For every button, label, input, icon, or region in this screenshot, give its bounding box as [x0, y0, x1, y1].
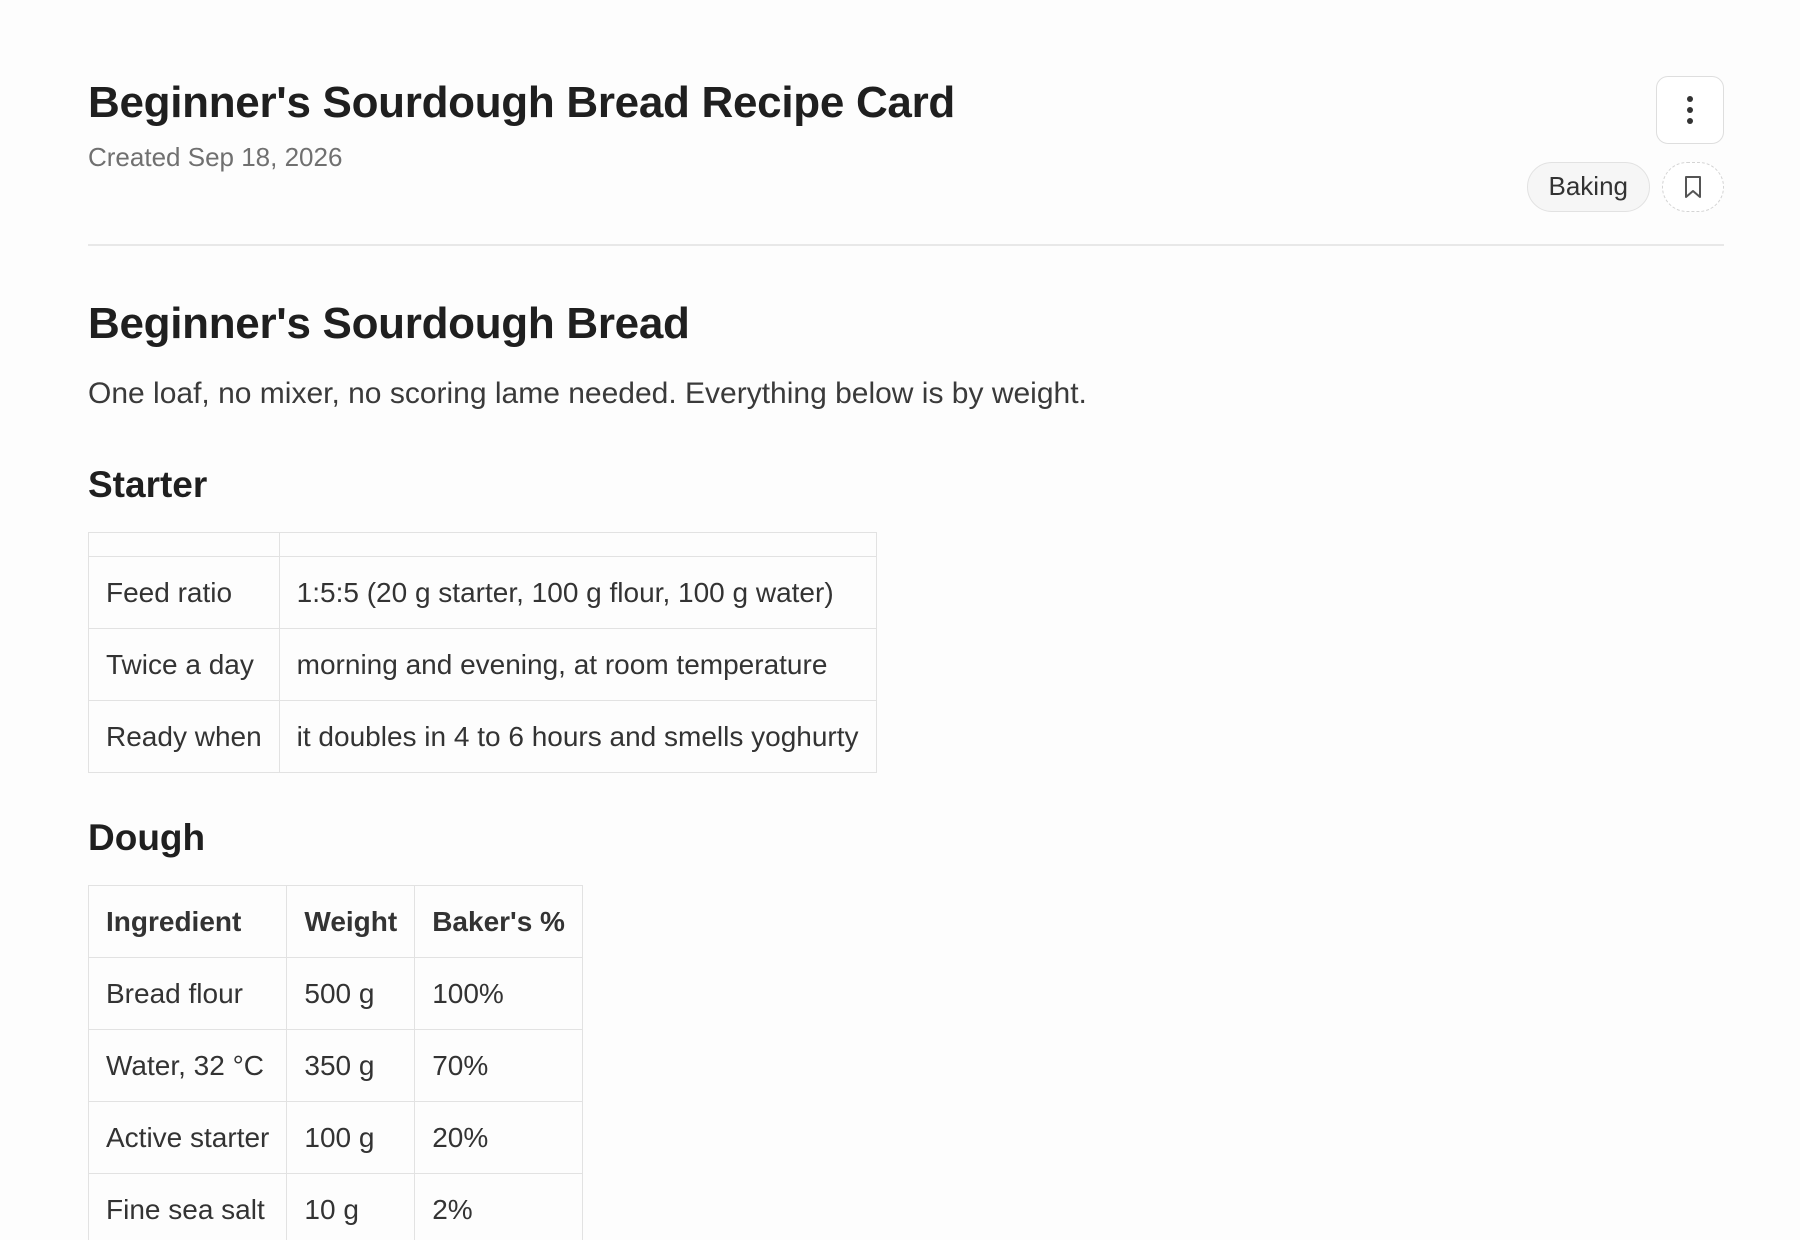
percent-cell: 20% — [414, 1101, 583, 1174]
weight-cell: 500 g — [286, 957, 416, 1030]
table-row: Ready when it doubles in 4 to 6 hours an… — [88, 700, 877, 773]
recipe-intro: One loaf, no mixer, no scoring lame need… — [88, 377, 1087, 410]
table-row: Water, 32 °C 350 g 70% — [87, 1029, 583, 1102]
starter-label: Feed ratio — [88, 556, 280, 629]
table-row: Bread flour 500 g 100% — [87, 957, 583, 1030]
starter-value: it doubles in 4 to 6 hours and smells yo… — [278, 700, 877, 773]
created-date: Created Sep 18, 2026 — [88, 142, 343, 172]
starter-table: Feed ratio 1:5:5 (20 g starter, 100 g fl… — [88, 532, 877, 773]
recipe-content: Beginner's Sourdough Bread One loaf, no … — [87, 296, 1708, 1240]
weight-cell: 100 g — [286, 1101, 416, 1174]
table-row: Fine sea salt 10 g 2% — [87, 1173, 583, 1240]
ingredient-cell: Fine sea salt — [87, 1173, 288, 1240]
weight-cell: 10 g — [286, 1173, 416, 1240]
table-row: Twice a day morning and evening, at room… — [88, 628, 877, 701]
header-divider — [88, 244, 1724, 246]
starter-value: 1:5:5 (20 g starter, 100 g flour, 100 g … — [278, 556, 877, 629]
starter-value: morning and evening, at room temperature — [278, 628, 877, 701]
table-row: Active starter 100 g 20% — [87, 1101, 583, 1174]
table-header-cell — [278, 532, 877, 557]
recipe-title: Beginner's Sourdough Bread — [88, 299, 690, 348]
column-header-bakers-percent: Baker's % — [414, 885, 583, 958]
starter-label: Ready when — [88, 700, 280, 773]
ingredient-cell: Water, 32 °C — [87, 1029, 288, 1102]
dough-heading: Dough — [88, 817, 206, 858]
percent-cell: 100% — [414, 957, 583, 1030]
recipe-card-page: Beginner's Sourdough Bread Recipe Card C… — [0, 0, 1800, 1240]
percent-cell: 70% — [414, 1029, 583, 1102]
starter-label: Twice a day — [88, 628, 280, 701]
more-options-button[interactable] — [1656, 76, 1724, 144]
dough-table: Ingredient Weight Baker's % Bread flour … — [87, 885, 583, 1240]
table-header-row: Ingredient Weight Baker's % — [87, 885, 583, 958]
starter-heading: Starter — [88, 464, 208, 505]
column-header-weight: Weight — [286, 885, 416, 958]
ingredient-cell: Active starter — [87, 1101, 288, 1174]
bookmark-icon — [1685, 176, 1701, 198]
percent-cell: 2% — [414, 1173, 583, 1240]
column-header-ingredient: Ingredient — [87, 885, 288, 958]
table-header-row — [88, 532, 877, 557]
tag-chip-baking[interactable]: Baking — [1526, 162, 1650, 212]
weight-cell: 350 g — [286, 1029, 416, 1102]
table-header-cell — [88, 532, 280, 557]
more-vertical-icon — [1687, 96, 1693, 124]
table-row: Feed ratio 1:5:5 (20 g starter, 100 g fl… — [88, 556, 877, 629]
page-title: Beginner's Sourdough Bread Recipe Card — [88, 78, 955, 127]
bookmark-button[interactable] — [1662, 162, 1724, 212]
card-header: Beginner's Sourdough Bread Recipe Card C… — [88, 76, 1724, 174]
ingredient-cell: Bread flour — [87, 957, 288, 1030]
